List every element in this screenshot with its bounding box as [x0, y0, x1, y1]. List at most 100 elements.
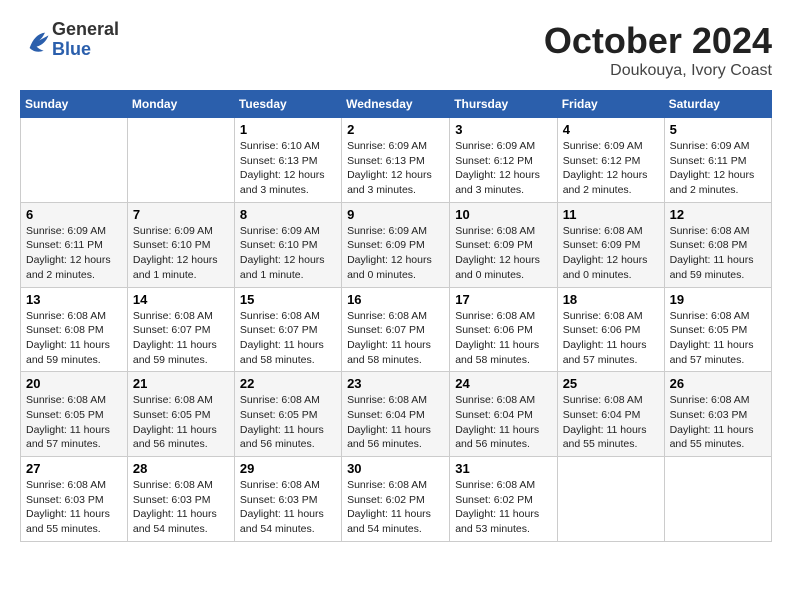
day-info: Sunrise: 6:08 AM Sunset: 6:03 PM Dayligh… [133, 478, 229, 537]
cell-1-5: 3 Sunrise: 6:09 AM Sunset: 6:12 PM Daylig… [450, 118, 557, 203]
day-info: Sunrise: 6:08 AM Sunset: 6:04 PM Dayligh… [455, 393, 551, 452]
cell-4-5: 24 Sunrise: 6:08 AM Sunset: 6:04 PM Dayli… [450, 372, 557, 457]
day-number: 14 [133, 292, 229, 307]
day-info: Sunrise: 6:08 AM Sunset: 6:05 PM Dayligh… [240, 393, 336, 452]
day-number: 13 [26, 292, 122, 307]
day-info: Sunrise: 6:08 AM Sunset: 6:02 PM Dayligh… [455, 478, 551, 537]
day-info: Sunrise: 6:09 AM Sunset: 6:13 PM Dayligh… [347, 139, 444, 198]
day-number: 31 [455, 461, 551, 476]
col-monday: Monday [127, 91, 234, 118]
col-saturday: Saturday [664, 91, 771, 118]
cell-2-6: 11Sunrise: 6:08 AM Sunset: 6:09 PM Dayli… [557, 202, 664, 287]
day-number: 12 [670, 207, 766, 222]
week-row-4: 20 Sunrise: 6:08 AM Sunset: 6:05 PM Dayli… [21, 372, 772, 457]
cell-4-6: 25Sunrise: 6:08 AM Sunset: 6:04 PM Dayli… [557, 372, 664, 457]
day-info: Sunrise: 6:09 AM Sunset: 6:09 PM Dayligh… [347, 224, 444, 283]
day-number: 27 [26, 461, 122, 476]
day-number: 23 [347, 376, 444, 391]
day-info: Sunrise: 6:09 AM Sunset: 6:10 PM Dayligh… [240, 224, 336, 283]
day-number: 24 [455, 376, 551, 391]
day-info: Sunrise: 6:08 AM Sunset: 6:05 PM Dayligh… [670, 309, 766, 368]
day-number: 4 [563, 122, 659, 137]
day-info: Sunrise: 6:08 AM Sunset: 6:05 PM Dayligh… [26, 393, 122, 452]
col-friday: Friday [557, 91, 664, 118]
cell-4-3: 22 Sunrise: 6:08 AM Sunset: 6:05 PM Dayli… [234, 372, 341, 457]
logo: General Blue [20, 20, 119, 60]
day-number: 18 [563, 292, 659, 307]
day-info: Sunrise: 6:08 AM Sunset: 6:07 PM Dayligh… [347, 309, 444, 368]
week-row-5: 27 Sunrise: 6:08 AM Sunset: 6:03 PM Dayli… [21, 457, 772, 542]
cell-5-7 [664, 457, 771, 542]
calendar-title: October 2024 [544, 20, 772, 62]
cell-5-3: 29 Sunrise: 6:08 AM Sunset: 6:03 PM Dayli… [234, 457, 341, 542]
cell-1-7: 5 Sunrise: 6:09 AM Sunset: 6:11 PM Daylig… [664, 118, 771, 203]
day-info: Sunrise: 6:09 AM Sunset: 6:10 PM Dayligh… [133, 224, 229, 283]
day-number: 21 [133, 376, 229, 391]
day-info: Sunrise: 6:08 AM Sunset: 6:06 PM Dayligh… [455, 309, 551, 368]
page-header: General Blue October 2024 Doukouya, Ivor… [20, 20, 772, 80]
day-info: Sunrise: 6:08 AM Sunset: 6:02 PM Dayligh… [347, 478, 444, 537]
cell-4-1: 20 Sunrise: 6:08 AM Sunset: 6:05 PM Dayli… [21, 372, 128, 457]
day-info: Sunrise: 6:09 AM Sunset: 6:11 PM Dayligh… [670, 139, 766, 198]
day-number: 26 [670, 376, 766, 391]
cell-2-2: 7Sunrise: 6:09 AM Sunset: 6:10 PM Daylig… [127, 202, 234, 287]
logo-blue: Blue [52, 40, 119, 60]
cell-3-3: 15 Sunrise: 6:08 AM Sunset: 6:07 PM Dayli… [234, 287, 341, 372]
day-info: Sunrise: 6:08 AM Sunset: 6:03 PM Dayligh… [26, 478, 122, 537]
cell-1-3: 1 Sunrise: 6:10 AM Sunset: 6:13 PM Daylig… [234, 118, 341, 203]
day-number: 8 [240, 207, 336, 222]
col-thursday: Thursday [450, 91, 557, 118]
cell-3-4: 16 Sunrise: 6:08 AM Sunset: 6:07 PM Dayli… [342, 287, 450, 372]
cell-1-4: 2 Sunrise: 6:09 AM Sunset: 6:13 PM Daylig… [342, 118, 450, 203]
day-info: Sunrise: 6:09 AM Sunset: 6:11 PM Dayligh… [26, 224, 122, 283]
day-info: Sunrise: 6:09 AM Sunset: 6:12 PM Dayligh… [455, 139, 551, 198]
day-number: 16 [347, 292, 444, 307]
day-number: 29 [240, 461, 336, 476]
day-number: 5 [670, 122, 766, 137]
day-info: Sunrise: 6:08 AM Sunset: 6:08 PM Dayligh… [670, 224, 766, 283]
day-info: Sunrise: 6:08 AM Sunset: 6:06 PM Dayligh… [563, 309, 659, 368]
cell-3-5: 17Sunrise: 6:08 AM Sunset: 6:06 PM Dayli… [450, 287, 557, 372]
cell-1-1 [21, 118, 128, 203]
day-number: 15 [240, 292, 336, 307]
day-number: 9 [347, 207, 444, 222]
col-tuesday: Tuesday [234, 91, 341, 118]
day-info: Sunrise: 6:08 AM Sunset: 6:09 PM Dayligh… [455, 224, 551, 283]
day-info: Sunrise: 6:10 AM Sunset: 6:13 PM Dayligh… [240, 139, 336, 198]
cell-5-4: 30 Sunrise: 6:08 AM Sunset: 6:02 PM Dayli… [342, 457, 450, 542]
header-row: Sunday Monday Tuesday Wednesday Thursday… [21, 91, 772, 118]
title-block: October 2024 Doukouya, Ivory Coast [544, 20, 772, 80]
day-info: Sunrise: 6:08 AM Sunset: 6:07 PM Dayligh… [240, 309, 336, 368]
day-number: 25 [563, 376, 659, 391]
cell-5-2: 28 Sunrise: 6:08 AM Sunset: 6:03 PM Dayli… [127, 457, 234, 542]
day-number: 30 [347, 461, 444, 476]
day-info: Sunrise: 6:08 AM Sunset: 6:03 PM Dayligh… [240, 478, 336, 537]
cell-3-2: 14 Sunrise: 6:08 AM Sunset: 6:07 PM Dayli… [127, 287, 234, 372]
cell-5-5: 31 Sunrise: 6:08 AM Sunset: 6:02 PM Dayli… [450, 457, 557, 542]
logo-text: General Blue [52, 20, 119, 60]
day-info: Sunrise: 6:08 AM Sunset: 6:03 PM Dayligh… [670, 393, 766, 452]
week-row-1: 1 Sunrise: 6:10 AM Sunset: 6:13 PM Daylig… [21, 118, 772, 203]
cell-2-3: 8 Sunrise: 6:09 AM Sunset: 6:10 PM Daylig… [234, 202, 341, 287]
day-number: 20 [26, 376, 122, 391]
day-number: 28 [133, 461, 229, 476]
cell-3-7: 19 Sunrise: 6:08 AM Sunset: 6:05 PM Dayli… [664, 287, 771, 372]
col-sunday: Sunday [21, 91, 128, 118]
cell-2-7: 12 Sunrise: 6:08 AM Sunset: 6:08 PM Dayli… [664, 202, 771, 287]
day-info: Sunrise: 6:09 AM Sunset: 6:12 PM Dayligh… [563, 139, 659, 198]
cell-5-1: 27 Sunrise: 6:08 AM Sunset: 6:03 PM Dayli… [21, 457, 128, 542]
day-number: 1 [240, 122, 336, 137]
col-wednesday: Wednesday [342, 91, 450, 118]
cell-2-4: 9 Sunrise: 6:09 AM Sunset: 6:09 PM Daylig… [342, 202, 450, 287]
day-number: 11 [563, 207, 659, 222]
day-number: 3 [455, 122, 551, 137]
day-info: Sunrise: 6:08 AM Sunset: 6:07 PM Dayligh… [133, 309, 229, 368]
day-number: 19 [670, 292, 766, 307]
week-row-3: 13Sunrise: 6:08 AM Sunset: 6:08 PM Dayli… [21, 287, 772, 372]
cell-1-2 [127, 118, 234, 203]
cell-3-1: 13Sunrise: 6:08 AM Sunset: 6:08 PM Dayli… [21, 287, 128, 372]
day-number: 2 [347, 122, 444, 137]
day-number: 22 [240, 376, 336, 391]
cell-4-2: 21Sunrise: 6:08 AM Sunset: 6:05 PM Dayli… [127, 372, 234, 457]
calendar-subtitle: Doukouya, Ivory Coast [544, 62, 772, 80]
